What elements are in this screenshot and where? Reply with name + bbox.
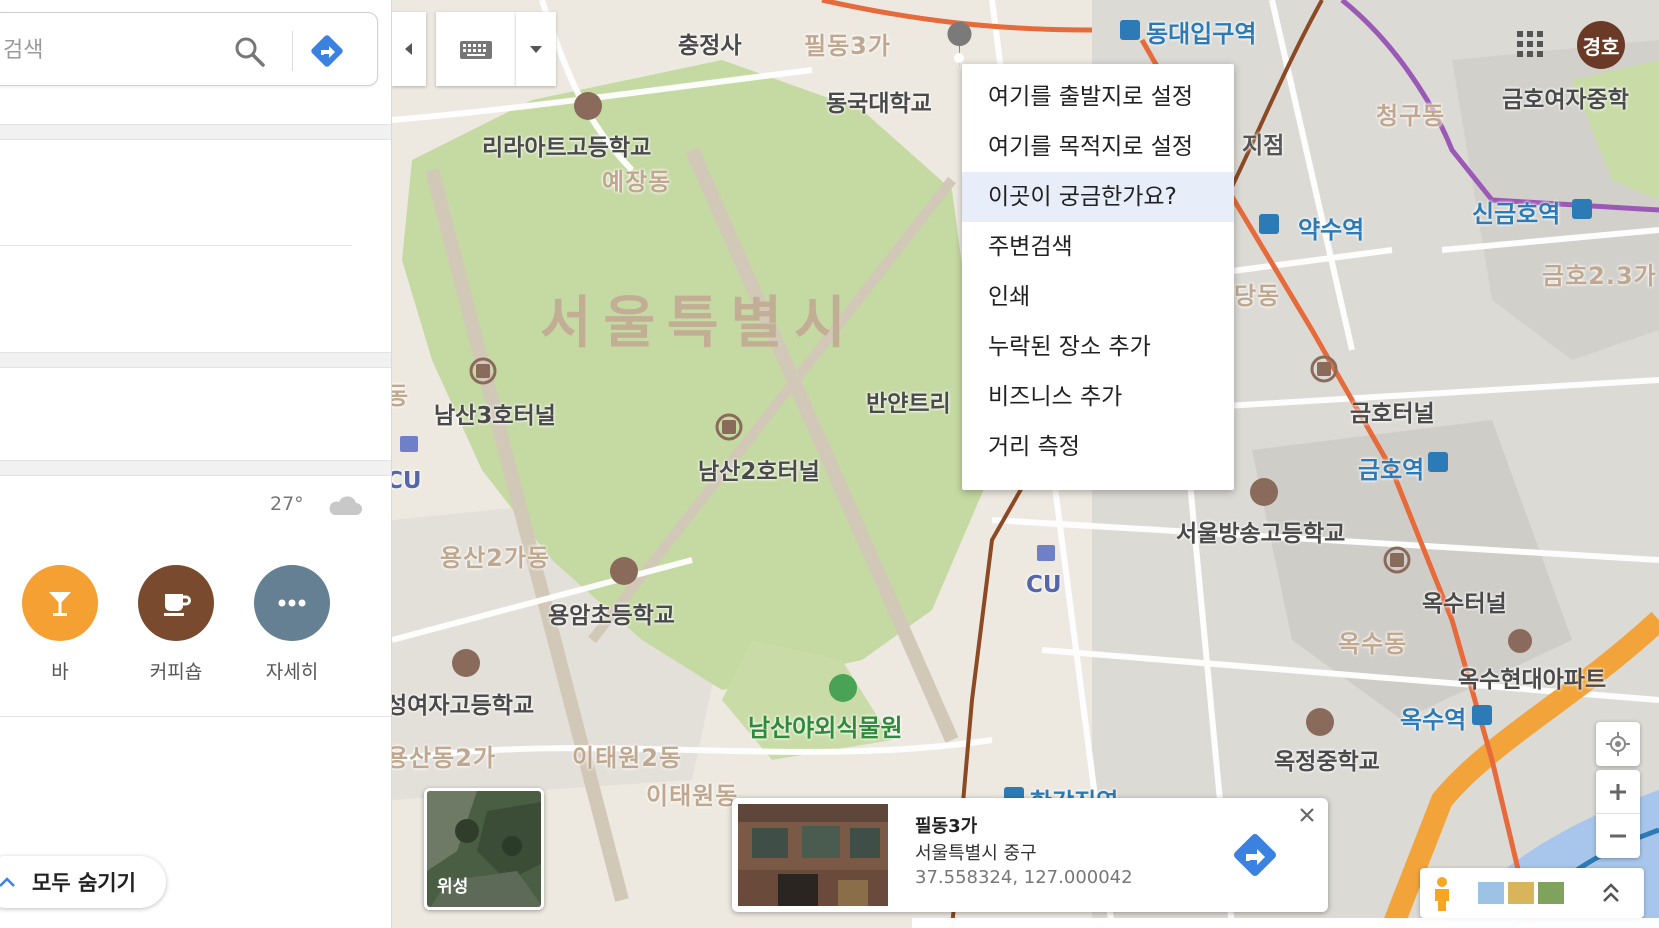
- map-label: 이태원동: [646, 782, 739, 810]
- context-menu: 여기를 출발지로 설정 여기를 목적지로 설정 이곳이 궁금한가요? 주변검색 …: [962, 64, 1234, 490]
- map-label: 용암초등학교: [548, 603, 675, 629]
- map-label: 이태원2동: [572, 744, 683, 772]
- map-label: 동국대학교: [826, 91, 932, 117]
- satellite-label: 위성: [437, 877, 469, 897]
- zoom-in-button[interactable]: [1596, 770, 1640, 814]
- menu-item-whats-here[interactable]: 이곳이 궁금한가요?: [962, 172, 1234, 222]
- collapse-panel-button[interactable]: [392, 12, 426, 86]
- map-canvas[interactable]: 충정사 필동3가 동대입구역 동국대학교 리라아트고등학교 예장동 서울특별시 …: [392, 0, 1659, 928]
- map-label: 남산3호터널: [434, 403, 556, 429]
- menu-item-add-missing-place[interactable]: 누락된 장소 추가: [962, 322, 1234, 372]
- menu-item-measure-distance[interactable]: 거리 측정: [962, 422, 1234, 472]
- divider-line: [0, 716, 391, 717]
- station-label: 동대입구역: [1146, 20, 1257, 48]
- category-label: 바: [51, 661, 69, 683]
- map-label: 금호2.3가: [1542, 262, 1657, 290]
- category-label: 커피숍: [149, 661, 203, 683]
- hide-all-label: 모두 숨기기: [32, 871, 136, 895]
- map-label: CU: [1026, 572, 1062, 598]
- cocktail-icon[interactable]: [22, 565, 98, 641]
- menu-item-add-business[interactable]: 비즈니스 추가: [962, 372, 1234, 422]
- my-location-button[interactable]: [1596, 722, 1640, 766]
- place-name: 필동3가: [915, 816, 978, 837]
- minus-icon: [1610, 834, 1626, 838]
- place-address: 서울특별시 중구: [915, 843, 1037, 864]
- directions-icon[interactable]: [307, 31, 347, 71]
- apps-grid-icon[interactable]: [1516, 30, 1544, 58]
- satellite-toggle[interactable]: 위성: [424, 788, 544, 910]
- map-label: 필동3가: [804, 32, 891, 60]
- search-icon[interactable]: [233, 35, 267, 69]
- keyboard-button[interactable]: [436, 12, 516, 86]
- category-more[interactable]: 자세히: [254, 565, 330, 684]
- place-coordinates[interactable]: 37.558324, 127.000042: [915, 867, 1133, 888]
- map-label: 옥수동: [1338, 630, 1408, 658]
- map-label: 용산2가동: [440, 544, 551, 572]
- map-label: 옥수터널: [1422, 591, 1507, 617]
- side-panel: 27° 바 커피숍 자세히 모두 숨기기: [0, 0, 392, 928]
- more-dots-icon[interactable]: [254, 565, 330, 641]
- section-divider: [0, 352, 391, 368]
- map-label: 금호터널: [1350, 401, 1435, 427]
- keyboard-icon: [460, 41, 492, 59]
- station-label: 약수역: [1298, 216, 1365, 244]
- map-label: 금호여자중학: [1502, 87, 1629, 113]
- menu-item-search-nearby[interactable]: 주변검색: [962, 222, 1234, 272]
- menu-item-set-destination[interactable]: 여기를 목적지로 설정: [962, 122, 1234, 172]
- station-label: 금호역: [1358, 456, 1425, 484]
- caret-down-icon: [530, 46, 542, 53]
- divider-line: [0, 245, 352, 246]
- map-label: 옥수현대아파트: [1458, 667, 1607, 693]
- map-label: 용산동2가: [392, 744, 497, 772]
- chevron-double-up-icon[interactable]: [1603, 883, 1619, 902]
- map-label: 충정사: [678, 33, 742, 59]
- weather-temperature: 27°: [270, 493, 304, 515]
- map-label: 남산야외식물원: [748, 714, 903, 742]
- map-label: 당동: [1234, 282, 1281, 310]
- station-label: 신금호역: [1472, 200, 1561, 228]
- chevron-up-icon: [0, 877, 15, 887]
- map-label: 남산2호터널: [698, 459, 820, 485]
- section-divider: [0, 124, 391, 140]
- zoom-out-button[interactable]: [1596, 814, 1640, 858]
- crosshair-icon: [1606, 732, 1630, 756]
- search-input[interactable]: [1, 31, 221, 69]
- map-footer: [912, 918, 1659, 928]
- search-divider: [292, 31, 293, 71]
- station-label: 옥수역: [1400, 706, 1467, 734]
- map-label: 청구동: [1376, 102, 1446, 130]
- search-box[interactable]: [0, 12, 378, 86]
- cloud-icon: [329, 496, 362, 515]
- pegman-icon[interactable]: [1435, 877, 1449, 911]
- map-label: 성여자고등학교: [392, 693, 535, 719]
- menu-item-set-origin[interactable]: 여기를 출발지로 설정: [962, 72, 1234, 122]
- section-divider: [0, 460, 391, 476]
- menu-item-print[interactable]: 인쇄: [962, 272, 1234, 322]
- plus-icon: [1610, 783, 1626, 800]
- place-card[interactable]: 필동3가 서울특별시 중구 37.558324, 127.000042: [732, 798, 1328, 912]
- hide-all-button[interactable]: 모두 숨기기: [0, 856, 166, 908]
- chevron-left-icon: [405, 43, 412, 55]
- map-label: 예장동: [602, 168, 672, 196]
- category-label: 자세히: [265, 661, 319, 683]
- layers-bar: [1420, 868, 1644, 918]
- map-label: 서울방송고등학교: [1176, 521, 1346, 547]
- map-label: CU: [392, 468, 422, 494]
- map-label: 동: [392, 382, 410, 410]
- city-label: 서울특별시: [540, 291, 858, 356]
- layer-thumbnails[interactable]: [1478, 882, 1564, 904]
- directions-icon[interactable]: [1230, 830, 1280, 880]
- map-label: 반얀트리: [866, 391, 951, 417]
- map-label: 옥정중학교: [1274, 749, 1380, 775]
- keyboard-dropdown-button[interactable]: [516, 12, 556, 86]
- category-bar[interactable]: 바: [22, 565, 98, 684]
- avatar[interactable]: 경호: [1577, 21, 1625, 69]
- coffee-cup-icon[interactable]: [138, 565, 214, 641]
- map-label: 지점: [1242, 133, 1285, 159]
- category-coffee[interactable]: 커피숍: [138, 565, 214, 684]
- zoom-controls: [1596, 770, 1640, 858]
- map-label: 리라아트고등학교: [482, 135, 652, 161]
- place-photo[interactable]: [738, 804, 888, 906]
- close-icon[interactable]: [1296, 804, 1318, 826]
